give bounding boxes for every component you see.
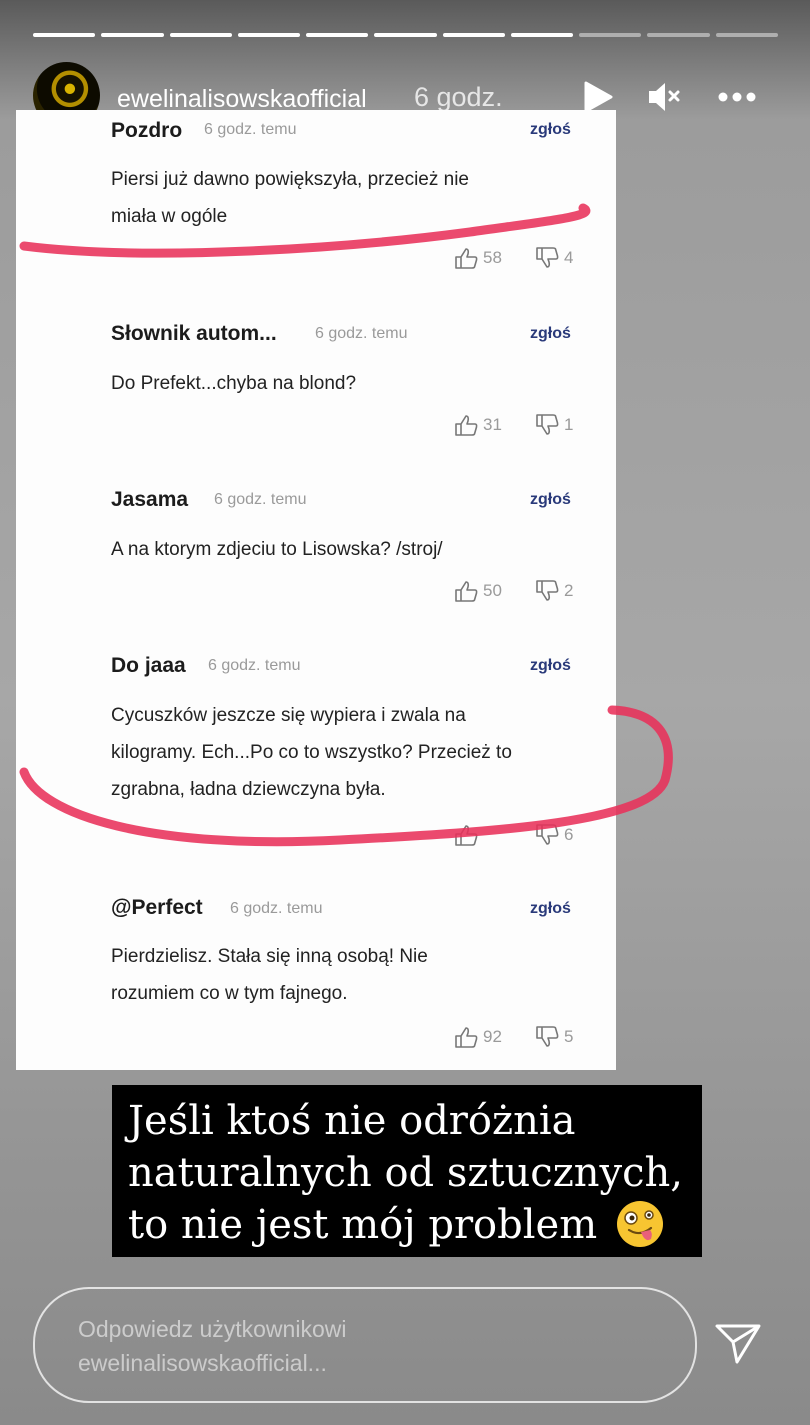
comment-text: Pierdzielisz. Stała się inną osobą! Nie … <box>111 946 428 1004</box>
dislike-count: 4 <box>564 248 574 267</box>
reply-input[interactable]: Odpowiedz użytkownikowi ewelinalisowskao… <box>33 1287 697 1403</box>
dislike-count: 5 <box>564 1027 574 1046</box>
dislike-button[interactable]: 4 <box>534 246 573 270</box>
comment-text: Cycuszków jeszcze się wypiera i zwala na… <box>111 705 512 800</box>
like-count: 92 <box>483 1027 502 1046</box>
report-link[interactable]: zgłoś <box>530 325 571 343</box>
send-icon[interactable] <box>713 1318 763 1368</box>
progress-segment <box>715 33 778 37</box>
more-options-icon[interactable] <box>717 79 757 115</box>
progress-segment <box>442 33 505 37</box>
dislike-button[interactable]: 1 <box>534 413 573 437</box>
comment-author: @Perfect <box>111 896 203 919</box>
comment-time: 6 godz. temu <box>214 491 307 508</box>
report-link[interactable]: zgłoś <box>530 900 571 918</box>
dislike-button[interactable]: 2 <box>534 579 573 603</box>
progress-segment <box>33 33 96 37</box>
caption-text: Jeśli ktoś nie odróżnia naturalnych od s… <box>128 1098 683 1248</box>
like-count: 31 <box>483 415 502 434</box>
dislike-button[interactable]: 6 <box>534 823 573 847</box>
zany-face-emoji <box>617 1201 663 1247</box>
like-button[interactable]: 31 <box>453 413 502 437</box>
comment-time: 6 godz. temu <box>230 900 323 917</box>
comment-text: Do Prefekt...chyba na blond? <box>111 373 357 394</box>
progress-segment <box>306 33 369 37</box>
report-link[interactable]: zgłoś <box>530 657 571 675</box>
report-link[interactable]: zgłoś <box>530 491 571 509</box>
story-time: 6 godz. <box>414 82 503 112</box>
comment-time: 6 godz. temu <box>208 657 301 674</box>
comment-author: Jasama <box>111 488 189 511</box>
progress-segment <box>101 33 164 37</box>
progress-segment <box>237 33 301 37</box>
reply-placeholder: Odpowiedz użytkownikowi ewelinalisowskao… <box>78 1316 347 1376</box>
like-button[interactable] <box>453 823 483 847</box>
comment-time: 6 godz. temu <box>315 325 408 342</box>
comment-time: 6 godz. temu <box>204 121 297 138</box>
progress-segment <box>579 33 642 37</box>
mute-icon[interactable] <box>645 79 685 115</box>
dislike-count: 1 <box>564 415 574 434</box>
progress-segment <box>169 33 232 37</box>
progress-segment <box>510 33 574 37</box>
progress-segment <box>647 33 710 37</box>
comments-screenshot: Pozdro 6 godz. temu zgłoś Piersi już daw… <box>16 110 616 1070</box>
like-count: 58 <box>483 248 502 267</box>
like-button[interactable]: 58 <box>453 246 502 270</box>
caption-sticker: Jeśli ktoś nie odróżnia naturalnych od s… <box>112 1085 702 1257</box>
like-count: 50 <box>483 581 502 600</box>
comment-text: A na ktorym zdjeciu to Lisowska? /stroj/ <box>111 539 443 560</box>
story-progress-bar <box>33 33 778 37</box>
like-button[interactable]: 92 <box>453 1025 502 1049</box>
dislike-count: 2 <box>564 581 574 600</box>
comment-text: Piersi już dawno powiększyła, przecież n… <box>111 169 469 227</box>
dislike-button[interactable]: 5 <box>534 1025 573 1049</box>
progress-segment <box>374 33 437 37</box>
dislike-count: 6 <box>564 825 574 844</box>
comment-author: Słownik autom... <box>111 322 277 345</box>
report-link[interactable]: zgłoś <box>530 121 571 139</box>
comment-author: Do jaaa <box>111 654 186 677</box>
like-button[interactable]: 50 <box>453 579 502 603</box>
comment-author: Pozdro <box>111 119 183 142</box>
